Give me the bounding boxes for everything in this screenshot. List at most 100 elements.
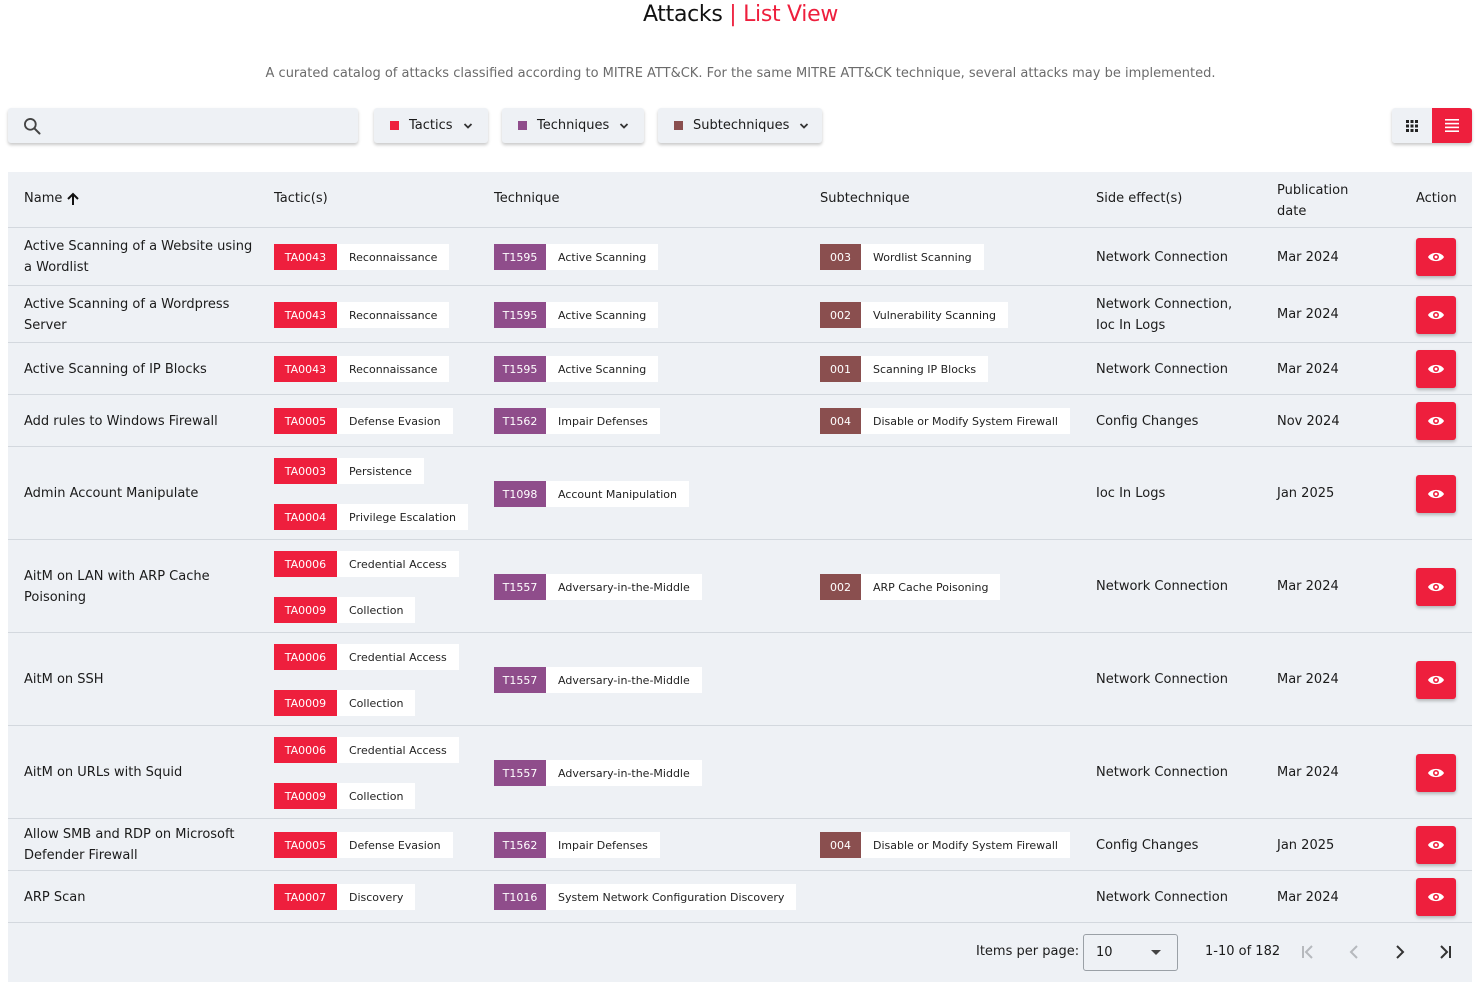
attack-name-line-2: Server xyxy=(24,317,67,333)
column-header-name[interactable]: Name xyxy=(24,191,80,206)
last-page-button[interactable] xyxy=(1431,938,1459,966)
filter-techniques[interactable]: Techniques xyxy=(502,108,644,143)
list-view-button[interactable] xyxy=(1432,108,1472,143)
view-attack-button[interactable] xyxy=(1416,350,1456,388)
subtechnique-chip-label: Vulnerability Scanning xyxy=(861,302,1009,328)
technique-chip[interactable]: T1557 Adversary-in-the-Middle xyxy=(494,574,702,600)
tactic-chip[interactable]: TA0005 Defense Evasion xyxy=(274,408,453,434)
side-effect-line-2: Ioc In Logs xyxy=(1096,317,1166,333)
attack-name-line-2: a Wordlist xyxy=(24,260,89,275)
column-header-tactics: Tactic(s) xyxy=(274,191,328,206)
subtechniques-color-swatch xyxy=(674,121,683,130)
attack-name[interactable]: Active Scanning of a Website using a Word… xyxy=(24,228,254,286)
technique-chip-label: Active Scanning xyxy=(546,302,659,328)
side-effects: Ioc In Logs xyxy=(1096,447,1256,540)
tactic-chip[interactable]: TA0006 Credential Access xyxy=(274,644,459,670)
tactic-chip-code: TA0005 xyxy=(274,408,337,434)
grid-view-button[interactable] xyxy=(1392,108,1432,143)
view-attack-button[interactable] xyxy=(1416,402,1456,440)
view-attack-button[interactable] xyxy=(1416,475,1456,513)
tactic-chip-label: Reconnaissance xyxy=(337,356,450,382)
subtechnique-chip[interactable]: 002 ARP Cache Poisoning xyxy=(820,574,1001,600)
technique-chip[interactable]: T1595 Active Scanning xyxy=(494,302,659,328)
chevron-down-icon xyxy=(463,122,472,129)
attack-name[interactable]: Active Scanning of IP Blocks xyxy=(24,343,254,395)
view-attack-button[interactable] xyxy=(1416,661,1456,699)
tactic-chip[interactable]: TA0003 Persistence xyxy=(274,458,424,484)
technique-chip[interactable]: T1016 System Network Configuration Discov… xyxy=(494,884,797,910)
technique-chip[interactable]: T1562 Impair Defenses xyxy=(494,408,660,434)
eye-icon xyxy=(1428,892,1444,902)
tactic-chip[interactable]: TA0009 Collection xyxy=(274,690,416,716)
tactic-chip[interactable]: TA0043 Reconnaissance xyxy=(274,356,450,382)
page-title: Attacks | List View xyxy=(0,2,1481,27)
technique-chip-code: T1562 xyxy=(494,832,546,858)
title-view: List View xyxy=(743,2,839,27)
attack-name-line-1: Active Scanning of a Website using xyxy=(24,239,253,254)
side-effects: Config Changes xyxy=(1096,819,1256,871)
tactic-chip[interactable]: TA0007 Discovery xyxy=(274,884,416,910)
tactic-chip[interactable]: TA0006 Credential Access xyxy=(274,551,459,577)
technique-chip[interactable]: T1098 Account Manipulation xyxy=(494,481,689,507)
tactic-chip-code: TA0043 xyxy=(274,244,337,270)
filter-subtechniques[interactable]: Subtechniques xyxy=(658,108,822,143)
technique-chip[interactable]: T1557 Adversary-in-the-Middle xyxy=(494,760,702,786)
eye-icon xyxy=(1428,675,1444,685)
filter-tactics[interactable]: Tactics xyxy=(374,108,488,143)
title-main: Attacks xyxy=(642,2,723,27)
side-effect-line-1: Network Connection xyxy=(1096,249,1228,265)
technique-chip[interactable]: T1557 Adversary-in-the-Middle xyxy=(494,667,702,693)
title-separator: | xyxy=(729,2,737,27)
first-page-button[interactable] xyxy=(1294,938,1322,966)
tactic-chip-label: Collection xyxy=(337,690,416,716)
tactic-chip[interactable]: TA0009 Collection xyxy=(274,597,416,623)
view-attack-button[interactable] xyxy=(1416,296,1456,334)
search-input[interactable] xyxy=(52,114,352,138)
subtechnique-chip[interactable]: 003 Wordlist Scanning xyxy=(820,244,984,270)
tactic-chip-label: Reconnaissance xyxy=(337,244,450,270)
technique-chip-label: Account Manipulation xyxy=(546,481,689,507)
technique-chip[interactable]: T1595 Active Scanning xyxy=(494,356,659,382)
attack-name[interactable]: ARP Scan xyxy=(24,871,254,923)
attack-name[interactable]: Allow SMB and RDP on Microsoft Defender F… xyxy=(24,819,254,871)
next-page-button[interactable] xyxy=(1386,938,1414,966)
tactic-chip[interactable]: TA0004 Privilege Escalation xyxy=(274,504,468,530)
tactic-chip[interactable]: TA0006 Credential Access xyxy=(274,737,459,763)
tactic-chip-code: TA0006 xyxy=(274,551,337,577)
technique-chip-code: T1098 xyxy=(494,481,546,507)
attack-name[interactable]: AitM on URLs with Squid xyxy=(24,726,254,819)
tactic-chip[interactable]: TA0009 Collection xyxy=(274,783,416,809)
technique-chip[interactable]: T1562 Impair Defenses xyxy=(494,832,660,858)
search-box[interactable] xyxy=(8,108,358,143)
subtechnique-chip[interactable]: 001 Scanning IP Blocks xyxy=(820,356,989,382)
attack-name[interactable]: AitM on LAN with ARP Cache Poisoning xyxy=(24,540,254,633)
attack-name[interactable]: AitM on SSH xyxy=(24,633,254,726)
view-attack-button[interactable] xyxy=(1416,568,1456,606)
previous-page-button[interactable] xyxy=(1340,938,1368,966)
table-row: AitM on LAN with ARP Cache Poisoning TA000… xyxy=(8,540,1472,633)
technique-chip[interactable]: T1595 Active Scanning xyxy=(494,244,659,270)
subtechnique-chip[interactable]: 002 Vulnerability Scanning xyxy=(820,302,1009,328)
view-attack-button[interactable] xyxy=(1416,238,1456,276)
tactic-chip[interactable]: TA0043 Reconnaissance xyxy=(274,302,450,328)
view-attack-button[interactable] xyxy=(1416,878,1456,916)
view-attack-button[interactable] xyxy=(1416,754,1456,792)
subtechnique-chip[interactable]: 004 Disable or Modify System Firewall xyxy=(820,832,1070,858)
technique-chip-label: Adversary-in-the-Middle xyxy=(546,574,702,600)
subtechnique-chip[interactable]: 004 Disable or Modify System Firewall xyxy=(820,408,1070,434)
items-per-page-select[interactable]: 10 xyxy=(1083,934,1178,971)
attack-name-line-1: AitM on LAN with ARP Cache xyxy=(24,568,210,584)
side-effect-line-1: Network Connection xyxy=(1096,361,1228,377)
view-attack-button[interactable] xyxy=(1416,826,1456,864)
tactic-chip[interactable]: TA0005 Defense Evasion xyxy=(274,832,453,858)
tactics-color-swatch xyxy=(390,121,399,130)
tactic-chip-code: TA0003 xyxy=(274,458,337,484)
attack-name[interactable]: Add rules to Windows Firewall xyxy=(24,395,254,447)
attack-name[interactable]: Active Scanning of a Wordpress Server xyxy=(24,286,254,343)
page-subtitle: A curated catalog of attacks classified … xyxy=(265,66,1216,81)
attack-name[interactable]: Admin Account Manipulate xyxy=(24,447,254,540)
tactic-chip[interactable]: TA0043 Reconnaissance xyxy=(274,244,450,270)
chevron-left-icon xyxy=(1349,945,1358,959)
table-row: Allow SMB and RDP on Microsoft Defender F… xyxy=(8,819,1472,871)
side-effect-line-1: Network Connection, xyxy=(1096,296,1233,312)
